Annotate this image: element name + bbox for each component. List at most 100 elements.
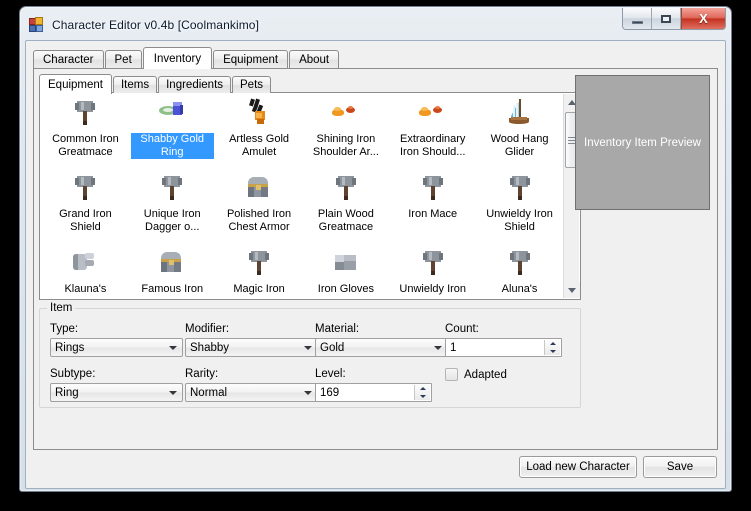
load-new-character-button[interactable]: Load new Character [519, 456, 637, 478]
inventory-item-cell[interactable]: Aluna's [476, 246, 563, 299]
inventory-item-cell[interactable]: Unwieldy Iron Shield [476, 171, 563, 246]
minimize-icon [631, 20, 643, 24]
level-spin-buttons[interactable] [414, 385, 430, 400]
subtype-combobox[interactable]: Ring [50, 383, 183, 402]
inventory-item-cell-selected[interactable]: Shabby Gold Ring [129, 96, 216, 171]
main-tabstrip: Character Pet Inventory Equipment About [33, 47, 718, 69]
gloves-icon [67, 248, 103, 282]
modifier-combobox[interactable]: Shabby [185, 338, 318, 357]
minimize-button[interactable] [623, 8, 652, 29]
chevron-down-icon [165, 385, 181, 400]
mace-icon [154, 173, 190, 207]
tab-equipment[interactable]: Equipment [213, 50, 289, 68]
subtype-value: Ring [55, 386, 79, 399]
type-value: Rings [55, 341, 85, 354]
inventory-item-cell[interactable]: Iron Mace [389, 171, 476, 246]
mace-icon [502, 173, 538, 207]
chevron-down-icon [300, 340, 316, 355]
tab-label: About [299, 53, 330, 66]
chevron-down-icon [165, 340, 181, 355]
item-label: Shabby Gold Ring [130, 133, 214, 159]
inventory-item-cell[interactable]: Klauna's [42, 246, 129, 299]
subtab-items[interactable]: Items [112, 76, 158, 93]
inventory-item-cell[interactable]: Famous Iron [129, 246, 216, 299]
close-icon: X [699, 11, 708, 26]
block-icon [328, 248, 364, 282]
scroll-down-icon[interactable] [564, 282, 580, 298]
count-spin-buttons[interactable] [544, 340, 560, 355]
subtab-label: Ingredients [166, 79, 224, 91]
material-value: Gold [320, 341, 345, 354]
material-combobox[interactable]: Gold [315, 338, 448, 357]
item-label: Iron Mace [408, 208, 458, 220]
field-type: Type: Rings [50, 323, 183, 357]
client-area: Character Pet Inventory Equipment About … [25, 40, 726, 489]
type-label: Type: [50, 323, 79, 335]
shoulder-icon [328, 98, 364, 132]
subtab-pets[interactable]: Pets [232, 76, 272, 93]
item-label: Wood Hang Glider [490, 133, 549, 158]
inventory-item-cell[interactable]: Grand Iron Shield [42, 171, 129, 246]
inventory-item-preview: Inventory Item Preview [575, 75, 710, 210]
count-spinner[interactable]: 1 [445, 338, 562, 357]
level-spinner[interactable]: 169 [315, 383, 432, 402]
mace-icon [67, 173, 103, 207]
rarity-label: Rarity: [185, 368, 219, 380]
maximize-button[interactable] [652, 8, 681, 29]
rarity-value: Normal [190, 386, 228, 399]
rarity-combobox[interactable]: Normal [185, 383, 318, 402]
field-adapted[interactable]: Adapted [445, 368, 507, 381]
count-label: Count: [445, 323, 479, 335]
field-material: Material: Gold [315, 323, 448, 357]
subtab-equipment[interactable]: Equipment [39, 74, 112, 94]
item-label: Iron Gloves [317, 283, 375, 295]
spin-up-icon[interactable] [415, 385, 430, 393]
title-bar: Character Editor v0.4b [Coolmankimo] X [25, 8, 726, 38]
tab-pet[interactable]: Pet [104, 50, 142, 68]
mace-icon [328, 173, 364, 207]
inventory-item-cell[interactable]: Wood Hang Glider [476, 96, 563, 171]
item-label: Polished Iron Chest Armor [226, 208, 292, 233]
field-subtype: Subtype: Ring [50, 368, 183, 402]
shoulder-icon [415, 98, 451, 132]
spin-down-icon[interactable] [415, 393, 430, 401]
subtab-label: Items [120, 79, 150, 91]
tab-label: Equipment [223, 53, 279, 66]
inventory-item-cell[interactable]: Unwieldy Iron [389, 246, 476, 299]
inventory-item-cell[interactable]: Common Iron Greatmace [42, 96, 129, 171]
bottom-button-bar: Load new Character Save [26, 448, 725, 488]
field-count: Count: 1 [445, 323, 562, 357]
close-button[interactable]: X [681, 8, 725, 29]
mace-icon [415, 173, 451, 207]
subtab-label: Equipment [48, 78, 103, 91]
subtab-label: Pets [240, 79, 264, 91]
item-properties-groupbox: Item Type: Rings Modifier: Shabby Materi… [39, 302, 581, 408]
spin-down-icon[interactable] [545, 348, 560, 356]
grid-row: Grand Iron Shield Unique Iron Dagger o..… [42, 171, 563, 246]
inventory-item-cell[interactable]: Unique Iron Dagger o... [129, 171, 216, 246]
inventory-item-cell[interactable]: Polished Iron Chest Armor [216, 171, 303, 246]
ring-icon [154, 98, 190, 132]
save-button[interactable]: Save [643, 456, 717, 478]
inventory-item-cell[interactable]: Iron Gloves [302, 246, 389, 299]
inventory-item-cell[interactable]: Shining Iron Shoulder Ar... [302, 96, 389, 171]
item-label: Famous Iron [141, 283, 204, 295]
inventory-item-cell[interactable]: Artless Gold Amulet [216, 96, 303, 171]
subtab-ingredients[interactable]: Ingredients [158, 76, 232, 93]
equipment-list-page: Common Iron Greatmace Shabby Gold Ring A… [39, 92, 581, 300]
inventory-item-cell[interactable]: Magic Iron [216, 246, 303, 299]
window-controls: X [622, 8, 726, 30]
type-combobox[interactable]: Rings [50, 338, 183, 357]
mace-icon [67, 98, 103, 132]
window-title: Character Editor v0.4b [Coolmankimo] [52, 18, 260, 32]
spin-up-icon[interactable] [545, 340, 560, 348]
inventory-item-cell[interactable]: Plain Wood Greatmace [302, 171, 389, 246]
amulet-icon [241, 98, 277, 132]
tab-about[interactable]: About [289, 50, 340, 68]
inventory-item-grid[interactable]: Common Iron Greatmace Shabby Gold Ring A… [40, 93, 563, 299]
tab-inventory[interactable]: Inventory [142, 47, 213, 69]
adapted-checkbox[interactable] [445, 368, 458, 381]
tab-character[interactable]: Character [33, 50, 104, 68]
inventory-item-cell[interactable]: Extraordinary Iron Should... [389, 96, 476, 171]
item-label: Unwieldy Iron [399, 283, 467, 295]
